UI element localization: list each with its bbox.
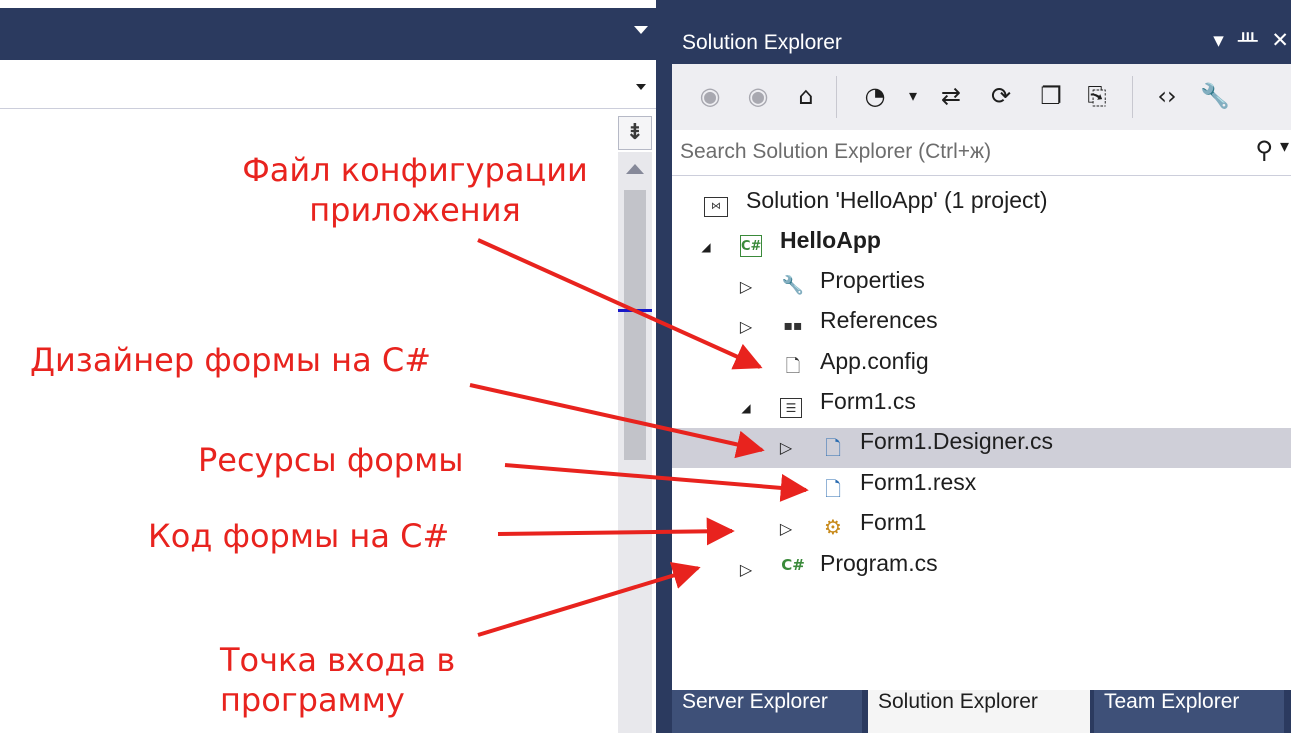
editor-tab-bar: [0, 8, 658, 60]
cs-file-icon: 🗋: [824, 436, 842, 460]
tree-item[interactable]: ◢ ☰ Form1.cs: [672, 388, 1291, 428]
csharp-file-icon: C#: [781, 556, 805, 574]
panel-title: Solution Explorer: [682, 31, 842, 54]
expand-arrow-icon[interactable]: ▷: [776, 428, 796, 468]
tree-item-label: Solution 'HelloApp' (1 project): [746, 187, 1048, 213]
tree-item-label: Form1.resx: [860, 469, 977, 495]
forward-icon[interactable]: ◉: [742, 78, 774, 114]
collapse-arrow-icon[interactable]: ◢: [736, 388, 756, 428]
search-box: ⚲ ▾: [672, 130, 1291, 176]
combo-dropdown-icon[interactable]: [636, 84, 646, 90]
collapse-all-icon[interactable]: ❐: [1034, 78, 1068, 114]
scroll-thumb[interactable]: [624, 190, 646, 460]
tree-item[interactable]: ▷ 🔧 Properties: [672, 267, 1291, 307]
annotation-entry-line1: Точка входа в: [220, 641, 456, 679]
editor-scrollbar[interactable]: [618, 152, 652, 733]
tab-solution-explorer[interactable]: Solution Explorer: [868, 690, 1090, 733]
toolbar-separator: [1132, 76, 1133, 118]
annotation-resources: Ресурсы формы: [198, 441, 464, 479]
annotation-designer: Дизайнер формы на C#: [30, 341, 431, 379]
back-icon[interactable]: ◉: [694, 78, 726, 114]
home-icon[interactable]: ⌂: [788, 78, 824, 114]
tree-item[interactable]: ▷ ▪▪ References: [672, 307, 1291, 347]
view-code-icon[interactable]: ‹›: [1150, 78, 1184, 114]
panel-divider[interactable]: [656, 0, 672, 733]
properties-icon[interactable]: 🔧: [1198, 78, 1232, 114]
dropdown-icon[interactable]: ▾: [1213, 28, 1224, 52]
expand-arrow-icon[interactable]: ▷: [736, 550, 756, 590]
search-input[interactable]: [680, 138, 1220, 166]
tree-item[interactable]: ▷ 🗋 Form1.Designer.cs: [672, 428, 1291, 468]
annotation-config: Файл конфигурации приложения: [215, 150, 615, 230]
scroll-up-arrow-icon[interactable]: [626, 164, 644, 174]
dropdown-icon[interactable]: ▾: [904, 78, 922, 114]
search-options-dropdown-icon[interactable]: ▾: [1280, 136, 1289, 157]
split-view-icon[interactable]: ⇟: [618, 116, 652, 150]
refresh-icon[interactable]: ⟳: [984, 78, 1018, 114]
references-icon: ▪▪: [783, 318, 803, 334]
pin-icon[interactable]: ᚈ: [1238, 28, 1258, 52]
tab-dropdown-icon[interactable]: [634, 26, 648, 34]
annotation-config-line1: Файл конфигурации: [242, 151, 588, 189]
expand-arrow-icon[interactable]: ▷: [776, 509, 796, 549]
tree-item[interactable]: 🗋 App.config: [672, 348, 1291, 388]
form-icon: ☰: [780, 398, 802, 418]
solution-tree: ⋈ Solution 'HelloApp' (1 project) ◢ C# Hello…: [672, 176, 1291, 688]
annotation-config-line2: приложения: [309, 191, 521, 229]
class-icon: ⚙: [824, 515, 842, 539]
close-icon[interactable]: ✕: [1271, 28, 1289, 52]
tree-item-label: Program.cs: [820, 550, 938, 576]
tree-item[interactable]: ◢ C# HelloApp: [672, 227, 1291, 267]
tree-item-label: Form1.Designer.cs: [860, 428, 1054, 454]
tree-item-label: Form1.cs: [820, 388, 916, 414]
tree-item[interactable]: 🗋 Form1.resx: [672, 469, 1291, 509]
collapse-arrow-icon[interactable]: ◢: [696, 227, 716, 267]
config-file-icon: 🗋: [785, 356, 801, 377]
search-icon[interactable]: ⚲: [1255, 136, 1273, 164]
expand-arrow-icon[interactable]: ▷: [736, 267, 756, 307]
navigation-combo[interactable]: [0, 64, 656, 109]
tree-item[interactable]: ▷ C# Program.cs: [672, 550, 1291, 590]
panel-tab-strip: Server Explorer Solution Explorer Team Exp…: [672, 690, 1291, 733]
tree-item-label: Form1: [860, 509, 927, 535]
solution-explorer-toolbar: ◉ ◉ ⌂ ◔ ▾ ⇄ ⟳ ❐ ⎘ ‹› 🔧: [672, 64, 1291, 130]
annotation-entry-line2: программу: [220, 681, 405, 719]
toolbar-separator: [836, 76, 837, 118]
solution-icon: ⋈: [704, 197, 728, 217]
scroll-caret-marker: [618, 309, 652, 312]
tree-item-label: Properties: [820, 267, 925, 293]
annotation-code: Код формы на C#: [148, 517, 450, 555]
wrench-icon: 🔧: [781, 275, 805, 296]
pending-changes-filter-icon[interactable]: ◔: [858, 78, 892, 114]
show-all-files-icon[interactable]: ⎘: [1080, 78, 1114, 114]
tree-item-label: References: [820, 307, 938, 333]
tree-item[interactable]: ⋈ Solution 'HelloApp' (1 project): [672, 187, 1291, 227]
tab-team-explorer[interactable]: Team Explorer: [1094, 690, 1284, 733]
expand-arrow-icon[interactable]: ▷: [736, 307, 756, 347]
solution-explorer-titlebar: Solution Explorer ▾ ᚈ ✕: [672, 24, 1291, 64]
tree-item-label: HelloApp: [780, 227, 881, 253]
sync-icon[interactable]: ⇄: [934, 78, 968, 114]
panel-top-strip: [672, 0, 1291, 24]
resx-file-icon: 🗋: [824, 477, 842, 501]
csharp-project-icon: C#: [740, 235, 762, 257]
tree-item[interactable]: ▷ ⚙ Form1: [672, 509, 1291, 549]
tab-server-explorer[interactable]: Server Explorer: [672, 690, 862, 733]
tree-item-label: App.config: [820, 348, 929, 374]
annotation-entry: Точка входа в программу: [220, 640, 455, 720]
